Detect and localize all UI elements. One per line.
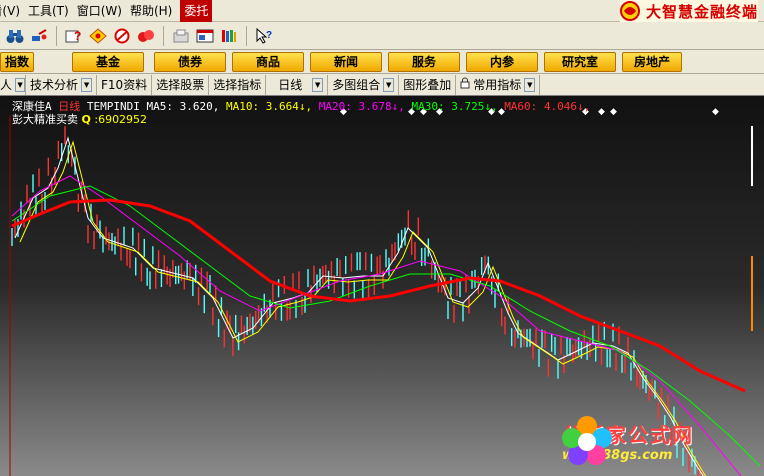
tab-select-stock-label: 选择股票 <box>156 78 205 92</box>
chevron-down-icon[interactable]: ▼ <box>524 77 536 92</box>
menu-window-label: 窗口(W) <box>76 4 122 18</box>
nav-bond-button[interactable]: 债券 <box>154 51 226 72</box>
signal-q: Q <box>81 113 91 126</box>
books-icon[interactable] <box>218 25 240 47</box>
tab-truncated-label: 人 <box>0 78 13 92</box>
tab-f10-label: F10资料 <box>101 78 148 92</box>
tab-technical-analysis[interactable]: 技术分析 ▼ <box>26 74 98 95</box>
question-icon[interactable]: ? <box>63 25 85 47</box>
ma10-value: 3.664↓, <box>265 100 313 113</box>
watermark: 分析家公式网 www.88gs.com <box>558 412 758 470</box>
menu-tools-label: 工具(T) <box>28 4 69 18</box>
chevron-down-icon[interactable]: ▼ <box>15 77 25 92</box>
tab-technical-analysis-label: 技术分析 <box>30 78 79 92</box>
tab-select-indicator-label: 选择指标 <box>213 78 262 92</box>
toolbar-separator <box>163 25 164 46</box>
tab-f10[interactable]: F10资料 <box>97 74 153 95</box>
menu-window[interactable]: 窗口(W) <box>73 0 126 22</box>
menu-bar: 查看(V) 工具(T) 窗口(W) 帮助(H) 委托 大智慧金融终端 <box>0 0 764 22</box>
menu-view[interactable]: 查看(V) <box>0 0 24 22</box>
tab-multi-chart-label: 多图组合 <box>332 78 381 92</box>
coins-icon[interactable] <box>135 25 157 47</box>
ma5-label: MA5: <box>146 100 173 113</box>
no-entry-icon[interactable] <box>111 25 133 47</box>
tab-overlay[interactable]: 图形叠加 <box>399 74 457 95</box>
chevron-down-icon[interactable]: ▼ <box>312 77 324 92</box>
signal-marker: ◆ <box>598 107 605 117</box>
signal-label: 彭大精准买卖 <box>12 113 78 126</box>
tab-period[interactable]: 日线 ▼ <box>266 74 329 95</box>
window-icon[interactable] <box>194 25 216 47</box>
signal-marker: ◆ <box>712 107 719 117</box>
paper-icon[interactable] <box>170 25 192 47</box>
tab-select-stock[interactable]: 选择股票 <box>152 74 210 95</box>
brand: 大智慧金融终端 <box>619 0 758 22</box>
svg-text:?: ? <box>74 29 81 43</box>
menu-help[interactable]: 帮助(H) <box>126 0 176 22</box>
signal-marker: ◆ <box>610 107 617 117</box>
nav-research-button[interactable]: 研究室 <box>544 51 616 72</box>
ma20-value: 3.678↓, <box>358 100 405 113</box>
help-cursor-icon[interactable]: ? <box>253 25 275 47</box>
ma30-value: 3.725↓, <box>451 100 498 113</box>
tab-period-label: 日线 <box>278 78 303 92</box>
tab-multi-chart[interactable]: 多图组合 ▼ <box>328 74 400 95</box>
ma60-label: MA60: <box>504 100 538 113</box>
ma60-value: 4.046↓, <box>543 100 591 113</box>
diamond-icon[interactable] <box>87 25 109 47</box>
ma20-label: MA20: <box>318 100 352 113</box>
binoculars-icon[interactable] <box>4 25 26 47</box>
nav-realestate-button[interactable]: 房地产 <box>622 51 682 72</box>
nav-insider-button[interactable]: 内参 <box>466 51 538 72</box>
kline-chart[interactable]: ◆ ◆ ◆ ◆ ◆ ◆ ◆ ◆ ◆ ◆ 深康佳A 日线 TEMPINDI MA5: 3.620, … <box>0 96 764 476</box>
menu-help-label: 帮助(H) <box>129 4 173 18</box>
menu-trade-button[interactable]: 委托 <box>180 0 213 22</box>
nav-service-button[interactable]: 服务 <box>388 51 460 72</box>
tab-select-indicator[interactable]: 选择指标 <box>209 74 267 95</box>
menu-tools[interactable]: 工具(T) <box>24 0 73 22</box>
signal-value: :6902952 <box>94 113 148 126</box>
tab-overlay-label: 图形叠加 <box>403 78 452 92</box>
tab-truncated[interactable]: 人 ▼ <box>0 74 26 95</box>
brand-logo-icon <box>619 1 640 21</box>
ma10-label: MA10: <box>225 100 260 113</box>
menu-view-label: 查看(V) <box>0 4 20 18</box>
nav-news-button[interactable]: 新闻 <box>310 51 382 72</box>
tab-common-indicators[interactable]: 常用指标 ▼ <box>456 74 541 95</box>
flower-logo-icon <box>562 416 612 465</box>
toolbar: ? ? <box>0 22 764 50</box>
ma30-label: MA30: <box>411 100 445 113</box>
lock-icon <box>460 77 470 92</box>
toolbar-separator <box>56 25 57 46</box>
svg-text:?: ? <box>266 30 272 41</box>
tab-common-indicators-label: 常用指标 <box>473 78 522 92</box>
nav-index-button[interactable]: 指数 <box>0 51 34 72</box>
nav-fund-button[interactable]: 基金 <box>72 51 144 72</box>
signal-info-line: 彭大精准买卖 Q :6902952 <box>12 111 147 127</box>
chevron-down-icon[interactable]: ▼ <box>81 77 93 92</box>
toolbar-separator <box>246 25 247 46</box>
brand-title: 大智慧金融终端 <box>645 2 758 21</box>
chevron-down-icon[interactable]: ▼ <box>383 77 395 92</box>
nav-commodity-button[interactable]: 商品 <box>232 51 304 72</box>
function-tab-bar: 人 ▼ 技术分析 ▼ F10资料 选择股票 选择指标 日线 ▼ 多图组合 ▼ 图形叠加 … <box>0 74 764 96</box>
nav-bar: 指数 基金 债券 商品 新闻 服务 内参 研究室 房地产 <box>0 50 764 74</box>
ma5-value: 3.620, <box>179 100 220 113</box>
satellite-icon[interactable] <box>28 25 50 47</box>
